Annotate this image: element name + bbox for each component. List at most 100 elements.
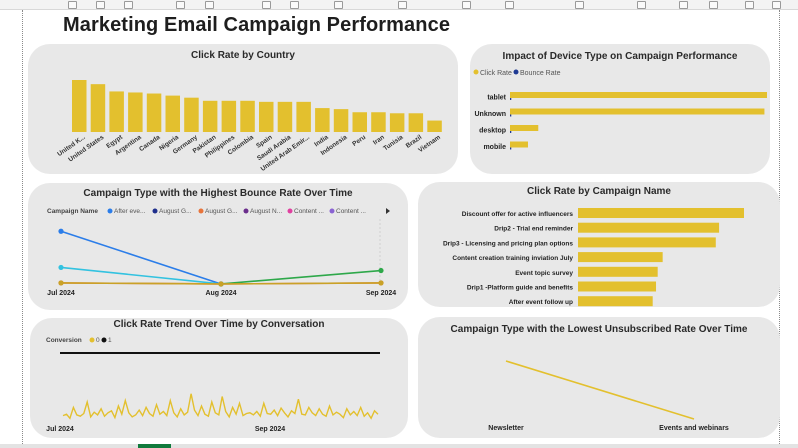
bar[interactable]: [578, 237, 716, 248]
ribbon-icon[interactable]: [709, 1, 718, 9]
legend-label[interactable]: 0: [96, 337, 100, 344]
legend-label[interactable]: Content ...: [336, 208, 366, 215]
legend-marker: [513, 69, 519, 75]
tick-label: Drip1 -Platform guide and benefits: [467, 285, 574, 292]
legend-marker: [89, 337, 95, 343]
series-line[interactable]: [220, 269, 382, 285]
bar[interactable]: [259, 101, 274, 132]
bar[interactable]: [202, 100, 218, 132]
bar[interactable]: [427, 120, 442, 132]
bar[interactable]: [277, 101, 293, 132]
unsubscribed-line-chart[interactable]: Newsletter Events and webinars: [418, 317, 780, 438]
legend-scroll-right-icon[interactable]: [386, 208, 390, 214]
bar[interactable]: [578, 252, 663, 263]
data-point[interactable]: [378, 267, 384, 274]
campaign-bar-chart[interactable]: Discount offer for active influencers Dri…: [418, 182, 780, 307]
tick-label: Drip3 - Licensing and pricing plan optio…: [443, 240, 573, 247]
bar[interactable]: [510, 147, 512, 150]
ribbon-icon[interactable]: [772, 1, 781, 9]
bar[interactable]: [510, 141, 528, 148]
bar[interactable]: [371, 112, 386, 132]
bar[interactable]: [315, 108, 330, 132]
ribbon-icon[interactable]: [398, 1, 407, 9]
click-rate-by-country-card[interactable]: Click Rate by Country United K... United …: [28, 44, 458, 174]
ribbon-icon[interactable]: [745, 1, 754, 9]
ribbon-icon[interactable]: [290, 1, 299, 9]
bar[interactable]: [578, 296, 653, 307]
legend-label[interactable]: 1: [108, 337, 112, 344]
ribbon-icon[interactable]: [462, 1, 471, 9]
data-point[interactable]: [58, 280, 64, 286]
tick-label: Discount offer for active influencers: [462, 211, 574, 218]
series-line[interactable]: [505, 360, 695, 420]
legend-label[interactable]: Click Rate: [480, 70, 512, 77]
bar[interactable]: [90, 84, 106, 132]
chart-legend: Click Rate Bounce Rate: [473, 69, 561, 77]
bar[interactable]: [578, 208, 744, 218]
ribbon-icon[interactable]: [124, 1, 133, 9]
bar[interactable]: [352, 112, 368, 132]
bar[interactable]: [510, 108, 765, 115]
bounce-rate-over-time-card[interactable]: Campaign Type with the Highest Bounce Ra…: [28, 183, 408, 310]
data-point[interactable]: [58, 264, 64, 271]
legend-marker: [473, 69, 479, 75]
ribbon-toolbar: [0, 0, 798, 10]
bar[interactable]: [578, 281, 657, 292]
status-bar: [0, 444, 798, 448]
bar[interactable]: [510, 114, 512, 117]
series-line[interactable]: [62, 393, 379, 420]
ribbon-icon[interactable]: [575, 1, 584, 9]
bar[interactable]: [72, 80, 87, 132]
ribbon-icon[interactable]: [68, 1, 77, 9]
bounce-line-chart[interactable]: Campaign Name After eve... August G... A…: [28, 183, 408, 310]
tick-label: desktop: [479, 128, 506, 135]
bar[interactable]: [408, 113, 424, 132]
bar[interactable]: [109, 91, 124, 132]
bar[interactable]: [128, 92, 143, 132]
ribbon-icon[interactable]: [96, 1, 105, 9]
bar[interactable]: [389, 113, 405, 132]
bar[interactable]: [165, 95, 181, 132]
bar[interactable]: [578, 266, 658, 277]
ribbon-icon[interactable]: [679, 1, 688, 9]
bar[interactable]: [510, 92, 767, 98]
data-point[interactable]: [218, 281, 224, 287]
legend-label[interactable]: Content ...: [294, 208, 324, 215]
legend-label[interactable]: Bounce Rate: [520, 70, 561, 77]
device-bar-chart[interactable]: Click Rate Bounce Rate tablet Unknown desk…: [470, 44, 770, 174]
bar[interactable]: [510, 98, 512, 100]
bar[interactable]: [221, 100, 237, 132]
click-rate-trend-card[interactable]: Click Rate Trend Over Time by Conversati…: [30, 318, 408, 438]
legend-label[interactable]: After eve...: [114, 208, 146, 215]
bar[interactable]: [510, 125, 539, 131]
conversation-line-chart[interactable]: Conversion 0 1 Jul 2024 Sep 2024: [30, 318, 408, 438]
ribbon-icon[interactable]: [637, 1, 646, 9]
bar[interactable]: [240, 100, 255, 132]
bar[interactable]: [296, 101, 311, 132]
legend-label[interactable]: August G...: [205, 208, 238, 215]
country-bar-chart[interactable]: United K...United States EgyptArgentinaCa…: [28, 44, 458, 174]
legend-title: Conversion: [46, 337, 82, 344]
lowest-unsubscribed-card[interactable]: Campaign Type with the Lowest Unsubscrib…: [418, 317, 780, 438]
ribbon-icon[interactable]: [176, 1, 185, 9]
data-point[interactable]: [58, 228, 64, 234]
tick-label: Sep 2024: [366, 290, 396, 297]
bar[interactable]: [146, 93, 162, 132]
ribbon-icon[interactable]: [262, 1, 271, 9]
bar[interactable]: [184, 97, 199, 132]
click-rate-by-campaign-card[interactable]: Click Rate by Campaign Name Discount off…: [418, 182, 780, 307]
page-tab[interactable]: [138, 444, 171, 448]
bar[interactable]: [333, 109, 349, 132]
data-point[interactable]: [378, 280, 384, 286]
device-type-card[interactable]: Impact of Device Type on Campaign Perfor…: [470, 44, 770, 174]
bar[interactable]: [510, 131, 512, 133]
ribbon-icon[interactable]: [505, 1, 514, 9]
tick-label: Jul 2024: [47, 290, 75, 297]
legend-label[interactable]: August G...: [159, 208, 192, 215]
bar[interactable]: [578, 222, 720, 233]
legend-label[interactable]: August N...: [250, 208, 282, 215]
tick-label: Peru: [351, 134, 367, 148]
ribbon-icon[interactable]: [334, 1, 343, 9]
legend-marker: [101, 337, 107, 343]
ribbon-icon[interactable]: [205, 1, 214, 9]
